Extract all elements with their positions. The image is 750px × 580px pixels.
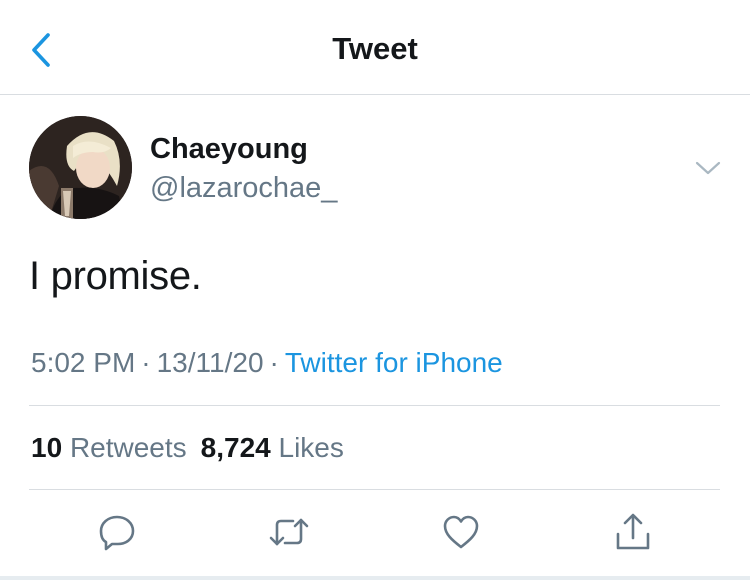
retweets-label: Retweets [69,432,187,463]
likes-count: 8,724 [200,432,271,463]
avatar[interactable] [29,116,132,219]
author-handle[interactable]: @lazarochae_ [150,172,337,205]
heart-icon [443,515,479,549]
reply-icon [99,515,135,551]
page-title: Tweet [332,31,418,66]
share-icon [616,513,650,550]
like-button[interactable] [439,510,483,554]
navigation-bar: Tweet [0,0,750,95]
reply-button[interactable] [95,510,139,554]
retweets-count: 10 [31,432,63,463]
divider [29,405,720,406]
share-button[interactable] [611,510,655,554]
divider [29,489,720,490]
author-name[interactable]: Chaeyoung [150,133,308,166]
tweet-source-link[interactable]: Twitter for iPhone [285,347,503,378]
avatar-image [29,116,132,219]
separator-dot: · [269,347,279,378]
retweets-stat[interactable]: 10 Retweets [31,432,187,463]
tweet-detail-screen: Tweet Chaeyoung @lazarochae_ I promise. … [0,0,750,580]
retweet-icon [269,518,309,546]
tweet-time: 5:02 PM [31,347,136,378]
tweet-options-button[interactable] [692,156,724,180]
bottom-divider [0,576,750,580]
tweet-meta: 5:02 PM · 13/11/20 · Twitter for iPhone [31,347,503,379]
likes-label: Likes [278,432,344,463]
tweet-date: 13/11/20 [156,347,264,378]
tweet-text: I promise. [29,254,202,298]
tweet-stats: 10 Retweets 8,724 Likes [31,432,344,464]
separator-dot: · [141,347,151,378]
tweet-action-bar [0,500,750,570]
retweet-button[interactable] [267,510,311,554]
chevron-down-icon [695,161,721,175]
likes-stat[interactable]: 8,724 Likes [201,432,344,463]
